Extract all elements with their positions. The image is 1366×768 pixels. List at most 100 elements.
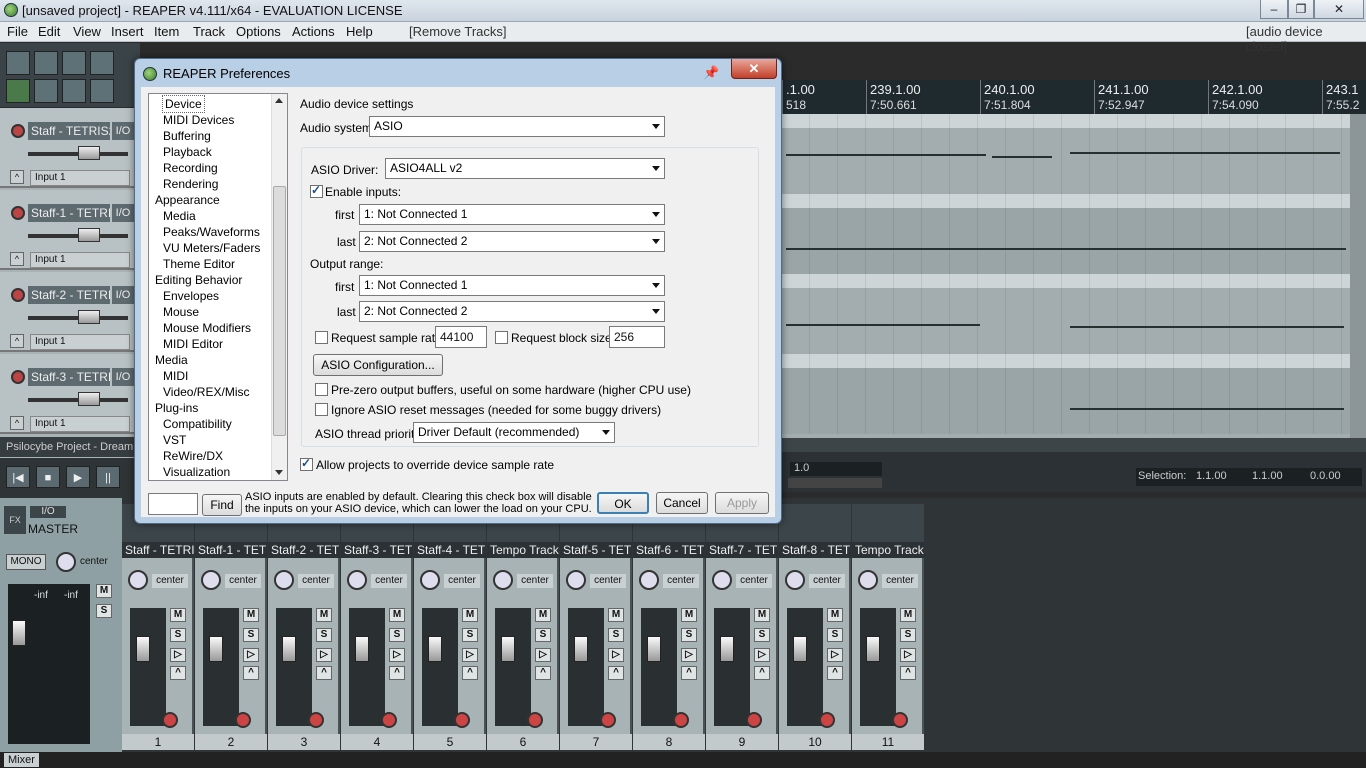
tree-item[interactable]: Media (155, 352, 188, 368)
strip-name[interactable]: Staff-6 - TETF (633, 542, 705, 558)
apply-button[interactable]: Apply (715, 492, 769, 514)
tree-item[interactable]: Mouse (163, 304, 199, 320)
io-button[interactable]: I/O (112, 368, 134, 386)
minimize-button[interactable]: – (1260, 0, 1288, 19)
phase-icon[interactable]: ▷ (243, 648, 259, 662)
selection-length[interactable]: 0.0.00 (1310, 470, 1341, 482)
arrange-view[interactable] (782, 114, 1350, 438)
track-lane[interactable] (782, 274, 1350, 354)
fader-handle[interactable] (647, 636, 661, 662)
pan-knob[interactable] (785, 570, 805, 590)
master-io-button[interactable]: I/O (30, 506, 66, 518)
phase-icon[interactable]: ▷ (535, 648, 551, 662)
tree-item[interactable]: Plug-ins (155, 400, 198, 416)
play-icon[interactable]: ▶ (66, 466, 90, 488)
fader-handle[interactable] (866, 636, 880, 662)
fader-handle[interactable] (501, 636, 515, 662)
ripple-icon[interactable] (62, 79, 86, 103)
strip-name[interactable]: Staff-3 - TETF (341, 542, 413, 558)
output-first-select[interactable]: 1: Not Connected 1 (359, 275, 665, 296)
tree-item[interactable]: Editing Behavior (155, 272, 242, 288)
track-name[interactable]: Staff-2 - TETRIS (28, 286, 110, 304)
mono-button[interactable]: MONO (6, 554, 46, 570)
track-header[interactable]: Staff-3 - TETRIS I/O ^ Input 1 (0, 354, 140, 434)
pan-knob[interactable] (639, 570, 659, 590)
automation-icon[interactable]: ^ (827, 666, 843, 680)
mute-button[interactable]: M (316, 608, 332, 622)
output-last-select[interactable]: 2: Not Connected 2 (359, 301, 665, 322)
menu-help[interactable]: Help (346, 24, 373, 39)
input-select[interactable]: Input 1 (30, 416, 130, 432)
solo-button[interactable]: S (608, 628, 624, 642)
mute-button[interactable]: M (170, 608, 186, 622)
pan-knob[interactable] (566, 570, 586, 590)
solo-button[interactable]: S (900, 628, 916, 642)
solo-button[interactable]: S (243, 628, 259, 642)
strip-name[interactable]: Staff-2 - TETF (268, 542, 340, 558)
horizontal-scrollbar[interactable] (782, 438, 1366, 452)
menu-item[interactable]: Item (154, 24, 179, 39)
ignore-asio-reset-checkbox[interactable] (315, 403, 328, 416)
automation-icon[interactable]: ^ (243, 666, 259, 680)
project-settings-icon[interactable] (90, 51, 114, 75)
audio-device-status[interactable]: [audio device closed] (1246, 24, 1366, 54)
find-button[interactable]: Find (202, 494, 242, 516)
asio-configuration-button[interactable]: ASIO Configuration... (313, 354, 443, 376)
go-to-start-icon[interactable]: |◀ (6, 466, 30, 488)
strip-name[interactable]: Staff-5 - TETF (560, 542, 632, 558)
vertical-scrollbar[interactable] (1350, 114, 1366, 438)
automation-icon[interactable]: ^ (608, 666, 624, 680)
tree-item[interactable]: Envelopes (163, 288, 219, 304)
track-name[interactable]: Staff - TETRIS2 (28, 122, 110, 140)
tree-item[interactable]: Video/REX/Misc (163, 384, 249, 400)
fader-handle[interactable] (720, 636, 734, 662)
pan-knob[interactable] (420, 570, 440, 590)
io-button[interactable]: I/O (112, 122, 134, 140)
dialog-close-button[interactable]: ✕ (731, 59, 777, 79)
solo-button[interactable]: S (535, 628, 551, 642)
mute-button[interactable]: M (243, 608, 259, 622)
automation-icon[interactable]: ^ (900, 666, 916, 680)
solo-button[interactable]: S (316, 628, 332, 642)
fader-handle[interactable] (355, 636, 369, 662)
mute-button[interactable]: M (389, 608, 405, 622)
automation-icon[interactable]: ^ (316, 666, 332, 680)
mute-button[interactable]: M (681, 608, 697, 622)
fader-handle[interactable] (209, 636, 223, 662)
tree-item[interactable]: Media (163, 208, 196, 224)
record-arm-icon[interactable] (11, 288, 25, 302)
pan-knob[interactable] (712, 570, 732, 590)
input-select[interactable]: Input 1 (30, 334, 130, 350)
menu-insert[interactable]: Insert (111, 24, 144, 39)
record-arm-icon[interactable] (381, 712, 397, 728)
enable-inputs-checkbox[interactable] (310, 183, 323, 198)
track-name[interactable]: Staff-3 - TETRIS (28, 368, 110, 386)
record-arm-icon[interactable] (11, 124, 25, 138)
maximize-button[interactable]: ❐ (1288, 0, 1314, 19)
automation-icon[interactable]: ^ (681, 666, 697, 680)
stop-icon[interactable]: ■ (36, 466, 60, 488)
input-monitor-icon[interactable]: ^ (10, 170, 24, 184)
automation-icon[interactable]: ^ (389, 666, 405, 680)
new-project-icon[interactable] (6, 51, 30, 75)
tree-item[interactable]: MIDI Devices (163, 112, 234, 128)
io-button[interactable]: I/O (112, 286, 134, 304)
scroll-down-icon[interactable] (275, 470, 283, 475)
tree-item[interactable]: VU Meters/Faders (163, 240, 260, 256)
solo-button[interactable]: S (754, 628, 770, 642)
mute-button[interactable]: M (535, 608, 551, 622)
track-lane[interactable] (782, 354, 1350, 434)
tree-item[interactable]: Buffering (163, 128, 211, 144)
phase-icon[interactable]: ▷ (754, 648, 770, 662)
track-header[interactable]: Staff-2 - TETRIS I/O ^ Input 1 (0, 272, 140, 352)
pan-knob[interactable] (201, 570, 221, 590)
fader-handle[interactable] (793, 636, 807, 662)
tree-item[interactable]: MIDI (163, 368, 188, 384)
timeline-ruler[interactable]: .1.00 518 239.1.00 7:50.661 240.1.00 7:51.8… (782, 80, 1366, 114)
fader-handle[interactable] (428, 636, 442, 662)
mute-button[interactable]: M (754, 608, 770, 622)
pan-knob[interactable] (858, 570, 878, 590)
volume-fader-handle[interactable] (78, 392, 100, 406)
find-input[interactable] (148, 493, 198, 515)
volume-fader-handle[interactable] (78, 146, 100, 160)
